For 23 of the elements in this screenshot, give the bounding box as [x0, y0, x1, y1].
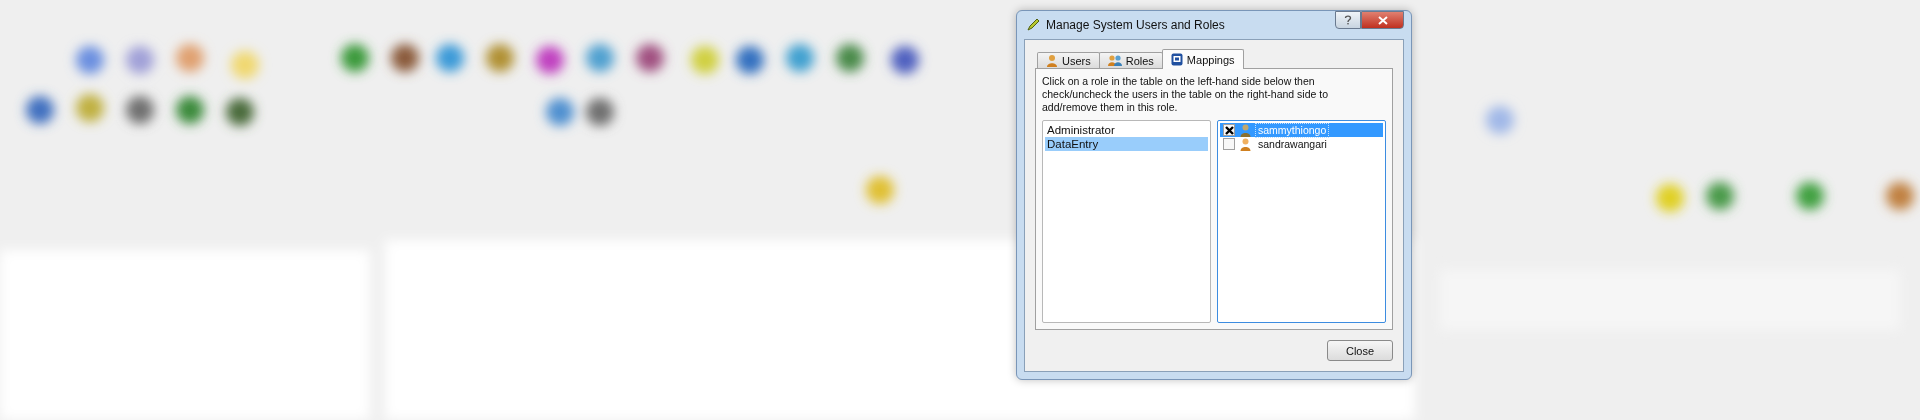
tab[interactable]: Roles: [1098, 52, 1163, 68]
person-icon: [1046, 54, 1058, 67]
roles-list[interactable]: Administrator DataEntry: [1042, 120, 1211, 323]
checkbox[interactable]: [1223, 124, 1235, 136]
people-icon: [1107, 54, 1122, 67]
users-list[interactable]: sammythiongo sandrawangari: [1217, 120, 1386, 323]
person-icon: [1240, 123, 1251, 137]
role-item[interactable]: DataEntry: [1045, 137, 1208, 151]
instructions-text: Click on a role in the table on the left-hand side below then check/uncheck the users in the table on the right-hand side to add/remove them in this role.: [1042, 75, 1329, 114]
help-icon: [1344, 15, 1352, 25]
window-title: Manage System Users and Roles: [1046, 18, 1225, 32]
help-button[interactable]: [1335, 11, 1361, 29]
close-window-button[interactable]: [1361, 11, 1404, 29]
pencil-icon: [1026, 18, 1040, 32]
checkbox[interactable]: [1223, 138, 1235, 150]
role-item[interactable]: Administrator: [1045, 123, 1208, 137]
close-button[interactable]: Close: [1327, 340, 1393, 361]
close-icon: [1377, 15, 1388, 25]
tab[interactable]: Mappings: [1161, 49, 1244, 69]
tab[interactable]: Users: [1037, 52, 1100, 68]
user-name[interactable]: sandrawangari: [1256, 137, 1329, 151]
person-icon: [1240, 137, 1251, 151]
mapping-icon: [1170, 53, 1183, 66]
